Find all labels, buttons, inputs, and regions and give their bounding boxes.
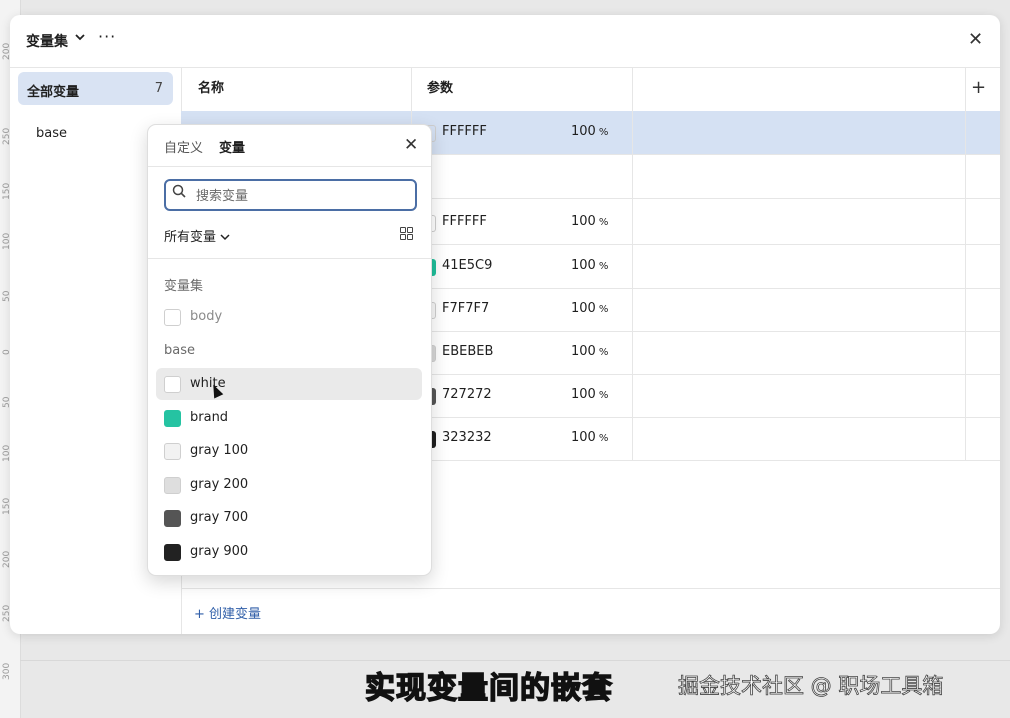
- column-divider: [632, 67, 633, 461]
- filter-label: 所有变量: [164, 230, 217, 245]
- hex-value[interactable]: EBEBEB: [442, 344, 493, 359]
- percent-unit: %: [598, 347, 609, 358]
- opacity-number: 100: [571, 430, 596, 445]
- variable-option-brand[interactable]: brand: [156, 402, 422, 434]
- option-label: gray 200: [190, 477, 249, 492]
- percent-unit: %: [598, 261, 609, 272]
- opacity-number: 100: [571, 387, 596, 402]
- ruler-tick: 300: [2, 662, 12, 680]
- sidebar-item-base[interactable]: base: [36, 126, 67, 141]
- variable-picker-popover: 自定义 变量 ✕ 所有变量 变量集 body base white brand …: [147, 124, 432, 576]
- opacity-number: 100: [571, 214, 596, 229]
- create-variable-button[interactable]: + 创建变量: [194, 603, 261, 622]
- color-swatch: [164, 544, 181, 561]
- opacity-number: 100: [571, 344, 596, 359]
- sidebar-item-all-variables[interactable]: 全部变量 7: [18, 72, 173, 105]
- panel-header: 变量集 ··· ✕: [10, 15, 1000, 68]
- group-heading-base: base: [164, 343, 195, 358]
- search-input[interactable]: [194, 185, 408, 207]
- color-swatch: [164, 477, 181, 494]
- option-label: gray 100: [190, 443, 249, 458]
- sidebar-item-label: 全部变量: [27, 85, 80, 100]
- column-header-param: 参数: [427, 81, 454, 96]
- opacity-value[interactable]: 100%: [571, 124, 608, 139]
- footer-divider: [181, 588, 1000, 589]
- tab-variable[interactable]: 变量: [219, 137, 245, 156]
- percent-unit: %: [598, 390, 609, 401]
- table-header: 名称 参数 +: [181, 67, 1000, 112]
- hex-value[interactable]: 727272: [442, 387, 492, 402]
- variable-option-gray-700[interactable]: gray 700: [156, 502, 422, 534]
- grid-view-icon[interactable]: [400, 227, 413, 240]
- variable-option-body[interactable]: body: [156, 301, 422, 333]
- divider: [148, 258, 431, 259]
- canvas-guide-line: [20, 660, 1010, 661]
- watermark: 掘金技术社区 @ 职场工具箱: [678, 674, 944, 699]
- divider: [148, 166, 431, 167]
- search-icon: [172, 184, 186, 202]
- opacity-value[interactable]: 100%: [571, 430, 608, 445]
- variable-option-gray-200[interactable]: gray 200: [156, 469, 422, 501]
- filter-dropdown[interactable]: 所有变量: [164, 226, 230, 245]
- opacity-number: 100: [571, 301, 596, 316]
- group-heading-collection: 变量集: [164, 279, 204, 294]
- color-swatch: [164, 510, 181, 527]
- color-swatch: [164, 443, 181, 460]
- opacity-value[interactable]: 100%: [571, 301, 608, 316]
- color-swatch: [164, 376, 181, 393]
- percent-unit: %: [598, 127, 609, 138]
- search-field[interactable]: [164, 179, 417, 211]
- tab-custom[interactable]: 自定义: [164, 137, 203, 156]
- option-label: gray 900: [190, 544, 249, 559]
- close-icon[interactable]: ✕: [404, 135, 418, 155]
- more-options-icon[interactable]: ···: [98, 27, 116, 46]
- video-subtitle: 实现变量间的嵌套: [364, 670, 613, 707]
- percent-unit: %: [598, 304, 609, 315]
- percent-unit: %: [598, 217, 609, 228]
- option-label: gray 700: [190, 510, 249, 525]
- hex-value[interactable]: FFFFFF: [442, 214, 487, 229]
- chevron-down-icon[interactable]: [75, 33, 85, 44]
- variable-option-white[interactable]: white: [156, 368, 422, 400]
- color-swatch: [164, 410, 181, 427]
- opacity-value[interactable]: 100%: [571, 344, 608, 359]
- option-label: body: [190, 309, 223, 324]
- hex-value[interactable]: F7F7F7: [442, 301, 489, 316]
- add-column-icon[interactable]: +: [971, 77, 986, 98]
- opacity-value[interactable]: 100%: [571, 258, 608, 273]
- close-icon[interactable]: ✕: [968, 29, 983, 50]
- percent-unit: %: [598, 433, 609, 444]
- hex-value[interactable]: 323232: [442, 430, 492, 445]
- color-swatch: [164, 309, 181, 326]
- variable-option-gray-100[interactable]: gray 100: [156, 435, 422, 467]
- opacity-number: 100: [571, 258, 596, 273]
- opacity-value[interactable]: 100%: [571, 214, 608, 229]
- variable-option-gray-900[interactable]: gray 900: [156, 536, 422, 568]
- column-divider: [965, 67, 966, 461]
- chevron-down-icon: [220, 234, 230, 241]
- opacity-number: 100: [571, 124, 596, 139]
- option-label: brand: [190, 410, 229, 425]
- variable-count: 7: [154, 81, 163, 96]
- hex-value[interactable]: FFFFFF: [442, 124, 487, 139]
- opacity-value[interactable]: 100%: [571, 387, 608, 402]
- column-header-name: 名称: [198, 81, 225, 96]
- collection-title[interactable]: 变量集: [26, 31, 68, 51]
- hex-value[interactable]: 41E5C9: [442, 258, 492, 273]
